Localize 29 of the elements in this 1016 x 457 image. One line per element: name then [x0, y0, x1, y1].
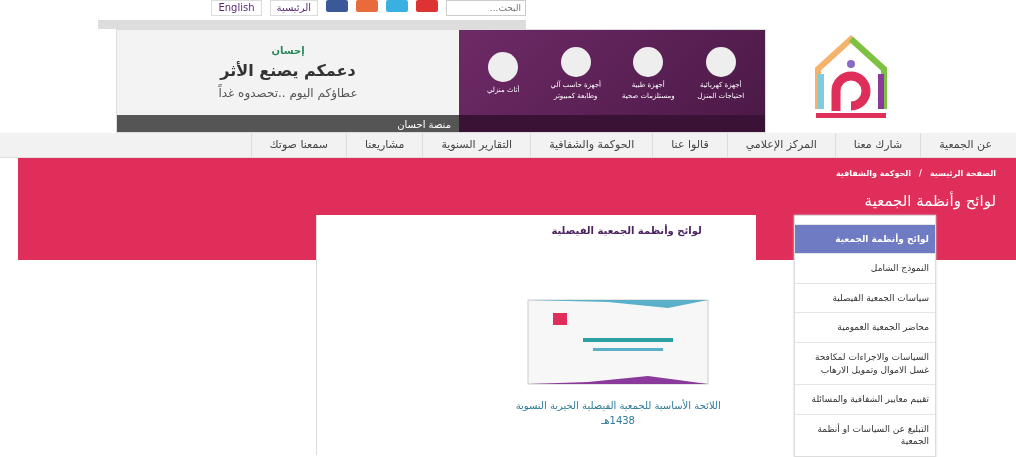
top-link[interactable]: الرئيسية: [269, 0, 318, 16]
nav-link[interactable]: المركز الإعلامي: [726, 133, 835, 158]
nav-link[interactable]: عن الجمعية: [920, 133, 1010, 158]
document-link[interactable]: اللائحة الأساسية للجمعية الفيصلية الخيرية النسوية 1438هـ: [498, 397, 739, 428]
breadcrumb-link[interactable]: الصفحة الرئيسية: [929, 168, 996, 181]
page-title: لوائح وأنظمة الجمعية: [863, 190, 996, 213]
sidebar-item[interactable]: النموذج الشامل: [795, 253, 935, 283]
breadcrumb-link[interactable]: الحوكمة والشفافية: [835, 168, 912, 181]
sidebar-item[interactable]: محاضر الجمعية العمومية: [795, 312, 935, 343]
banner-caption: منصة احسان: [117, 115, 459, 133]
sidebar-item[interactable]: السياسات والاجراءات لمكافحة غسل الاموال وتمويل الارهاب: [795, 342, 935, 385]
sidebar-item[interactable]: لوائح وأنظمة الجمعية: [795, 223, 935, 254]
nav-link[interactable]: قالوا عنا: [652, 133, 727, 158]
sidebar-item[interactable]: سياسات الجمعية الفيصلية: [795, 282, 935, 313]
nav-link[interactable]: سمعنا صوتك: [250, 133, 346, 158]
horizontal-scrollbar[interactable]: [98, 20, 526, 30]
banner-headline: دعمكم يصنع الأثر: [220, 60, 356, 83]
breadcrumb-separator: /: [919, 168, 922, 181]
nav-link[interactable]: مشاريعنا: [345, 133, 423, 158]
nav-link[interactable]: التقارير السنوية: [422, 133, 531, 158]
top-link[interactable]: English: [211, 0, 262, 16]
content-heading: لوائح وأنظمة الجمعية الفيصلية: [550, 223, 703, 238]
sidebar-item[interactable]: تقييم معايير الشفافية والمسائلة: [795, 384, 935, 414]
sidebar-item[interactable]: التبليغ عن السياسات او أنظمة الجمعية: [795, 413, 935, 456]
nav-link[interactable]: شارك معنا: [834, 133, 921, 158]
search-field[interactable]: البحث...: [446, 0, 526, 16]
partner-name: إحسان: [271, 44, 305, 59]
nav-link[interactable]: الحوكمة والشفافية: [530, 133, 653, 158]
banner-tagline: عطاؤكم اليوم ..تحصدوه غداً: [218, 84, 358, 103]
